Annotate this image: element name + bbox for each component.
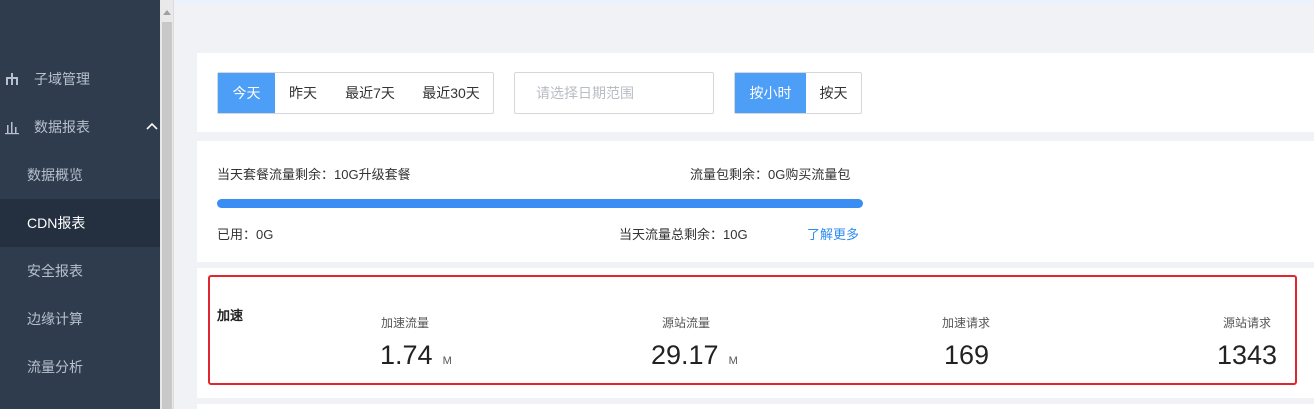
sidebar-item-traffic-analysis[interactable]: 流量分析 — [0, 343, 160, 391]
stat-number: 1.74 — [380, 340, 433, 370]
sidebar-item-label: 安全报表 — [27, 263, 83, 279]
sidebar-item-cdn-report[interactable]: CDN报表 — [0, 199, 160, 247]
sidebar-item-label: 数据报表 — [34, 119, 90, 135]
quota-remaining-label: 当天套餐流量剩余：10G — [217, 167, 359, 182]
sidebar-item-subdomain[interactable]: 子域管理 — [0, 55, 160, 103]
stat-number: 29.17 — [651, 340, 719, 370]
package-remaining-label: 流量包剩余：0G — [690, 167, 786, 182]
granularity-day-button[interactable]: 按天 — [806, 73, 861, 113]
sidebar-item-label: 流量分析 — [27, 359, 83, 375]
package-remaining: 流量包剩余：0G购买流量包 — [690, 164, 850, 183]
quota-remaining: 当天套餐流量剩余：10G升级套餐 — [217, 164, 411, 183]
stat-value-origin-requests: 1343 — [1217, 340, 1277, 371]
sidebar-item-reports[interactable]: 数据报表 — [0, 103, 160, 151]
hierarchy-icon — [6, 73, 18, 85]
sidebar-scrollbar[interactable] — [160, 0, 174, 409]
quota-progress-fill — [217, 199, 863, 208]
stat-value-accel-requests: 169 — [944, 340, 989, 371]
sidebar-item-edge-computing[interactable]: 边缘计算 — [0, 295, 160, 343]
granularity-hour-button[interactable]: 按小时 — [735, 73, 806, 113]
stat-number: 1343 — [1217, 340, 1278, 370]
sidebar-item-overview[interactable]: 数据概览 — [0, 151, 160, 199]
range-today-button[interactable]: 今天 — [218, 73, 275, 113]
sidebar-item-label: CDN报表 — [27, 215, 86, 231]
learn-more-link[interactable]: 了解更多 — [807, 224, 859, 243]
range-yesterday-button[interactable]: 昨天 — [275, 73, 331, 113]
stat-value-origin-traffic: 29.17 M — [651, 340, 738, 371]
stat-unit: M — [442, 355, 452, 367]
sidebar: 子域管理 数据报表 数据概览 CDN报表 安全报表 边缘计算 流量分析 — [0, 0, 160, 409]
stat-label-accel-traffic: 加速流量 — [381, 316, 430, 330]
range-30days-button[interactable]: 最近30天 — [409, 73, 493, 113]
stat-value-accel-traffic: 1.74 M — [380, 340, 452, 371]
stat-label-origin-traffic: 源站流量 — [662, 316, 711, 330]
top-strip — [174, 0, 1314, 4]
stat-number: 169 — [944, 340, 990, 370]
next-panel — [197, 404, 1314, 409]
stats-highlight-box — [208, 275, 1297, 385]
date-range-input[interactable]: 请选择日期范围 — [514, 72, 714, 114]
chevron-up-icon — [146, 122, 158, 130]
buy-package-link[interactable]: 购买流量包 — [785, 167, 850, 182]
date-range-button-group: 今天 昨天 最近7天 最近30天 — [217, 72, 494, 114]
scroll-up-arrow-icon[interactable] — [163, 10, 171, 15]
quota-progress-bar — [217, 199, 863, 208]
sidebar-item-label: 子域管理 — [34, 71, 90, 87]
sidebar-item-security-report[interactable]: 安全报表 — [0, 247, 160, 295]
total-remaining: 当天流量总剩余：10G — [619, 227, 748, 242]
range-7days-button[interactable]: 最近7天 — [331, 73, 409, 113]
upgrade-plan-link[interactable]: 升级套餐 — [359, 167, 411, 182]
bar-chart-icon — [5, 122, 19, 135]
stats-section-title: 加速 — [217, 308, 244, 323]
stat-label-accel-requests: 加速请求 — [942, 316, 991, 330]
scroll-thumb[interactable] — [162, 22, 172, 409]
used-traffic: 已用：0G — [217, 227, 274, 242]
stat-unit: M — [728, 355, 738, 367]
granularity-button-group: 按小时 按天 — [734, 72, 862, 114]
sidebar-item-label: 数据概览 — [27, 167, 83, 183]
stat-label-origin-requests: 源站请求 — [1223, 316, 1272, 330]
sidebar-item-label: 边缘计算 — [27, 311, 83, 327]
